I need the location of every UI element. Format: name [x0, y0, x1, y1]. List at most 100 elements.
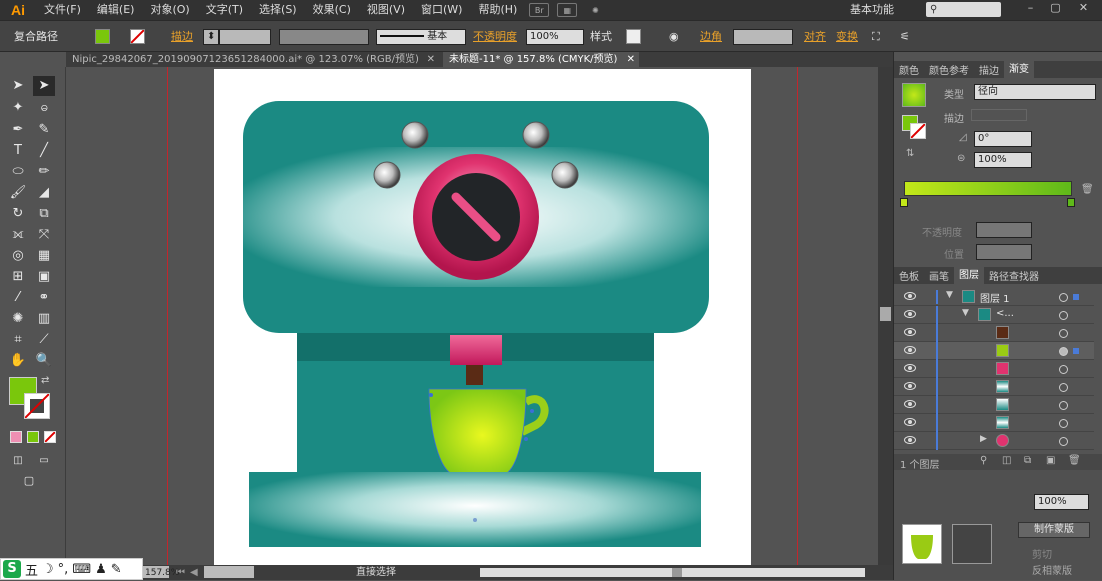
layer-row[interactable]	[894, 360, 1094, 378]
target-icon[interactable]	[1059, 419, 1068, 428]
gradient-tool-icon[interactable]: ▣	[33, 267, 55, 287]
free-transform-tool-icon[interactable]: ⤧	[33, 225, 55, 245]
vertical-scrollbar[interactable]	[878, 67, 893, 565]
stroke-gradient-options[interactable]	[971, 109, 1027, 121]
brush-tool-icon[interactable]: 🖌	[7, 183, 29, 203]
angle-input[interactable]: 0°	[974, 131, 1032, 147]
zoom-input[interactable]: 157.8%	[143, 566, 179, 578]
tab-brushes[interactable]: 画笔	[924, 268, 954, 283]
isolate-icon[interactable]: ⛶	[872, 29, 880, 45]
visibility-icon[interactable]	[904, 400, 916, 408]
shape-builder-tool-icon[interactable]: ◎	[7, 246, 29, 266]
scroll-thumb[interactable]	[672, 568, 682, 577]
line-tool-icon[interactable]: ╱	[33, 141, 55, 161]
visibility-icon[interactable]	[904, 418, 916, 426]
visibility-icon[interactable]	[904, 436, 916, 444]
horizontal-scrollbar[interactable]	[480, 568, 865, 577]
screen-mode-icon[interactable]: ▭	[33, 451, 55, 471]
tab-document-2[interactable]: 未标题-11* @ 157.8% (CMYK/预览) ✕	[443, 52, 639, 67]
close-icon[interactable]: ✕	[427, 52, 435, 67]
stop-opacity-input[interactable]	[976, 222, 1032, 238]
visibility-icon[interactable]	[904, 382, 916, 390]
layer-row[interactable]: ▼ <...	[894, 306, 1094, 324]
tab-swatches[interactable]: 色板	[894, 268, 924, 283]
delete-layer-icon[interactable]: 🗑	[1068, 455, 1081, 466]
tab-color[interactable]: 颜色	[894, 62, 924, 77]
make-mask-button[interactable]: 制作蒙版	[1018, 522, 1090, 538]
lasso-tool-icon[interactable]: ဓ	[33, 98, 55, 118]
menu-window[interactable]: 窗口(W)	[413, 0, 470, 20]
selection-tool-icon[interactable]: ➤	[7, 76, 29, 96]
artboard[interactable]	[214, 69, 751, 565]
selection-indicator[interactable]	[1073, 348, 1079, 354]
ime-mode[interactable]: 五	[25, 560, 38, 579]
symbol-sprayer-tool-icon[interactable]: ✺	[7, 309, 29, 329]
transparency-opacity-input[interactable]: 100%	[1034, 494, 1089, 510]
reverse-gradient-icon[interactable]: ⇅	[906, 148, 914, 159]
expand-icon[interactable]: ▼	[962, 308, 969, 318]
variable-width-profile[interactable]	[279, 29, 369, 45]
aspect-ratio-input[interactable]: 100%	[974, 152, 1032, 168]
delete-stop-icon[interactable]: 🗑	[1081, 184, 1094, 195]
gradient-preview[interactable]	[902, 83, 926, 107]
target-icon[interactable]	[1059, 293, 1068, 302]
align-link[interactable]: 对齐	[804, 29, 826, 45]
pen-tool-icon[interactable]: ✒	[7, 120, 29, 140]
visibility-icon[interactable]	[904, 292, 916, 300]
eyedropper-tool-icon[interactable]: ⁄	[7, 288, 29, 308]
opacity-input[interactable]: 100%	[526, 29, 584, 45]
layer-row[interactable]: ▶	[894, 432, 1094, 450]
gpu-icon[interactable]: ✺	[585, 3, 605, 17]
maximize-button[interactable]: ▢	[1043, 0, 1068, 16]
minimize-button[interactable]: –	[1018, 0, 1043, 16]
layer-row[interactable]	[894, 378, 1094, 396]
arrange-documents-icon[interactable]: ▦	[557, 3, 578, 17]
tab-pathfinder[interactable]: 路径查找器	[984, 268, 1044, 283]
fill-swatch[interactable]	[95, 29, 110, 44]
target-icon[interactable]	[1059, 329, 1068, 338]
none-mode-icon[interactable]	[44, 431, 56, 443]
artboard-number-input[interactable]	[204, 566, 254, 578]
settings-icon[interactable]: ✎	[111, 562, 122, 577]
punctuation-icon[interactable]: °,	[58, 562, 69, 577]
width-tool-icon[interactable]: ⟗	[7, 225, 29, 245]
target-icon[interactable]	[1059, 347, 1068, 356]
menu-view[interactable]: 视图(V)	[359, 0, 413, 20]
corner-link[interactable]: 边角	[700, 29, 722, 45]
blend-tool-icon[interactable]: ⚭	[33, 288, 55, 308]
new-layer-icon[interactable]: ▣	[1046, 455, 1055, 466]
graphic-style-swatch[interactable]	[626, 29, 641, 44]
scroll-thumb[interactable]	[880, 307, 891, 321]
target-icon[interactable]	[1059, 437, 1068, 446]
new-sublayer-icon[interactable]: ⧉	[1024, 455, 1031, 466]
clipping-mask-icon[interactable]: ◫	[1002, 455, 1011, 466]
anchor-point[interactable]	[473, 518, 477, 522]
bridge-icon[interactable]: Br	[529, 3, 550, 17]
eraser-tool-icon[interactable]: ◢	[33, 183, 55, 203]
curvature-tool-icon[interactable]: ✎	[33, 120, 55, 140]
visibility-icon[interactable]	[904, 328, 916, 336]
selection-indicator[interactable]	[1073, 294, 1079, 300]
target-icon[interactable]	[1059, 365, 1068, 374]
layer-name[interactable]: 图层 1	[980, 290, 1010, 305]
brush-definition[interactable]: 基本	[376, 29, 466, 45]
layer-row[interactable]	[894, 324, 1094, 342]
draw-mode-icon[interactable]: ◫	[7, 451, 29, 471]
rotate-tool-icon[interactable]: ↻	[7, 204, 29, 224]
stroke-swatch[interactable]	[130, 29, 145, 44]
hand-tool-icon[interactable]: ✋	[7, 351, 29, 371]
tab-stroke[interactable]: 描边	[974, 62, 1004, 77]
gradient-mode-icon[interactable]	[27, 431, 39, 443]
pencil-tool-icon[interactable]: ✏	[33, 162, 55, 182]
ellipse-tool-icon[interactable]: ⬭	[7, 162, 29, 182]
target-icon[interactable]	[1059, 401, 1068, 410]
magic-wand-tool-icon[interactable]: ✦	[7, 98, 29, 118]
user-icon[interactable]: ♟	[95, 562, 107, 577]
change-screen-mode-icon[interactable]: ▢	[18, 471, 40, 491]
gradient-slider[interactable]	[904, 181, 1072, 196]
direct-selection-tool-icon[interactable]: ➤	[33, 76, 55, 96]
close-button[interactable]: ✕	[1071, 0, 1096, 16]
layer-row[interactable]	[894, 414, 1094, 432]
coffee-machine-artwork[interactable]	[214, 69, 751, 565]
stroke-color-icon[interactable]	[24, 393, 50, 419]
